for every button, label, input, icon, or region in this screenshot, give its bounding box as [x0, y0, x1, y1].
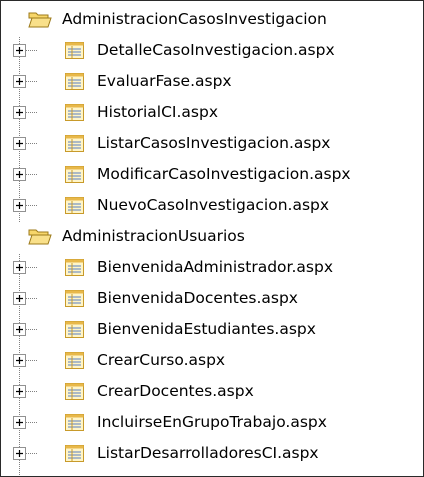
expand-plus-icon[interactable] [13, 323, 26, 336]
file-row[interactable]: BienvenidaDocentes.aspx [1, 283, 423, 314]
tree-branch-line [26, 81, 38, 82]
file-row[interactable]: DetalleCasoInvestigacion.aspx [1, 35, 423, 66]
expand-plus-icon[interactable] [13, 416, 26, 429]
file-row[interactable]: ListarCasosInvestigacion.aspx [1, 128, 423, 159]
aspx-page-icon [65, 383, 84, 400]
file-row[interactable]: ListarDesarrolladoresCI.aspx [1, 438, 423, 469]
aspx-page-icon [65, 290, 84, 307]
aspx-page-icon [65, 414, 84, 431]
aspx-page-icon [65, 352, 84, 369]
tree-branch-line [26, 422, 38, 423]
expand-plus-icon[interactable] [13, 137, 26, 150]
folder-row-administracion-casos-investigacion[interactable]: AdministracionCasosInvestigacion [1, 4, 423, 35]
expand-plus-icon[interactable] [13, 44, 26, 57]
file-label: ListarDesarrolladoresCI.aspx [97, 444, 319, 462]
file-row[interactable]: ModificarCasoInvestigacion.aspx [1, 159, 423, 190]
expand-plus-icon[interactable] [13, 106, 26, 119]
file-label: NuevoCasoInvestigacion.aspx [97, 196, 330, 214]
folder-label: AdministracionUsuarios [62, 227, 245, 245]
file-label: ListarCasosInvestigacion.aspx [97, 134, 331, 152]
tree-branch-line [26, 360, 38, 361]
tree-branch-line [26, 50, 38, 51]
folder-label: AdministracionCasosInvestigacion [62, 10, 327, 28]
file-label: EvaluarFase.aspx [97, 72, 232, 90]
aspx-page-icon [65, 197, 84, 214]
file-label: IncluirseEnGrupoTrabajo.aspx [97, 413, 327, 431]
open-folder-icon [28, 229, 52, 245]
aspx-page-icon [65, 445, 84, 462]
file-row[interactable]: NuevoCasoInvestigacion.aspx [1, 190, 423, 221]
aspx-page-icon [65, 166, 84, 183]
file-row[interactable]: BienvenidaEstudiantes.aspx [1, 314, 423, 345]
file-label: BienvenidaEstudiantes.aspx [97, 320, 316, 338]
expand-plus-icon[interactable] [13, 447, 26, 460]
expand-plus-icon[interactable] [13, 168, 26, 181]
file-label: BienvenidaDocentes.aspx [97, 289, 298, 307]
tree-branch-line [26, 112, 38, 113]
aspx-page-icon [65, 259, 84, 276]
tree-branch-line [26, 329, 38, 330]
open-folder-icon [28, 12, 52, 28]
file-row[interactable]: BienvenidaAdministrador.aspx [1, 252, 423, 283]
tree-branch-line [26, 267, 38, 268]
expand-plus-icon[interactable] [13, 75, 26, 88]
file-label: DetalleCasoInvestigacion.aspx [97, 41, 335, 59]
file-row[interactable]: CrearCurso.aspx [1, 345, 423, 376]
file-label: BienvenidaAdministrador.aspx [97, 258, 333, 276]
file-label: CrearDocentes.aspx [97, 382, 254, 400]
tree-branch-line [26, 174, 38, 175]
tree-branch-line [26, 298, 38, 299]
file-row[interactable]: EvaluarFase.aspx [1, 66, 423, 97]
file-row[interactable]: IncluirseEnGrupoTrabajo.aspx [1, 407, 423, 438]
expand-plus-icon[interactable] [13, 199, 26, 212]
tree-branch-line [26, 391, 38, 392]
file-label: CrearCurso.aspx [97, 351, 226, 369]
folder-row-administracion-usuarios[interactable]: AdministracionUsuarios [1, 221, 423, 252]
aspx-page-icon [65, 321, 84, 338]
tree-branch-line [26, 453, 38, 454]
aspx-page-icon [65, 104, 84, 121]
expand-plus-icon[interactable] [13, 261, 26, 274]
tree-branch-line [26, 143, 38, 144]
tree-branch-line [26, 205, 38, 206]
aspx-page-icon [65, 135, 84, 152]
file-row[interactable]: HistorialCI.aspx [1, 97, 423, 128]
aspx-page-icon [65, 42, 84, 59]
solution-explorer-tree: AdministracionCasosInvestigacion Detalle… [0, 0, 424, 477]
file-label: HistorialCI.aspx [97, 103, 218, 121]
file-row[interactable]: CrearDocentes.aspx [1, 376, 423, 407]
aspx-page-icon [65, 73, 84, 90]
expand-plus-icon[interactable] [13, 385, 26, 398]
expand-plus-icon[interactable] [13, 292, 26, 305]
expand-plus-icon[interactable] [13, 354, 26, 367]
file-label: ModificarCasoInvestigacion.aspx [97, 165, 351, 183]
